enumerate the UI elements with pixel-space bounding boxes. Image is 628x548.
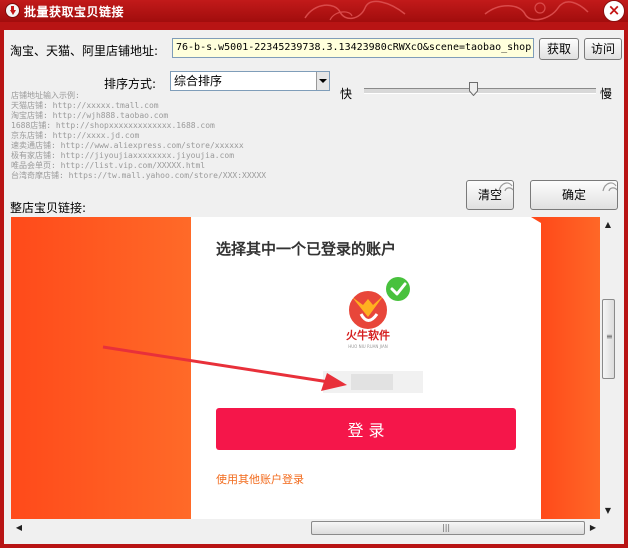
horizontal-scroll-thumb[interactable]: ||| bbox=[311, 521, 585, 535]
example-line: 极有家店铺: http://jiyoujiaxxxxxxxx.jiyoujia.… bbox=[11, 151, 235, 160]
speed-slow-label: 慢 bbox=[600, 87, 613, 101]
visit-button[interactable]: 访问 bbox=[584, 38, 622, 60]
example-line: 淘宝店铺: http://wjh888.taobao.com bbox=[11, 111, 169, 120]
example-line: 唯品会单页: http://list.vip.com/XXXXX.html bbox=[11, 161, 206, 170]
sort-select[interactable]: 综合排序 bbox=[170, 71, 330, 91]
cloud-ornament-icon bbox=[498, 182, 514, 192]
example-line: 台湾奇摩店铺: https://tw.mall.yahoo.com/store/… bbox=[11, 171, 267, 180]
app-window: 批量获取宝贝链接 × 淘宝、天猫、阿里店铺地址: 76-b-s.w5001-22… bbox=[0, 0, 628, 548]
logo-subtext: HUO NIU RUAN JIAN bbox=[348, 344, 388, 349]
grip-icon: ≡ bbox=[606, 332, 613, 341]
main-panel: 淘宝、天猫、阿里店铺地址: 76-b-s.w5001-22345239738.3… bbox=[4, 30, 624, 544]
check-icon bbox=[386, 277, 410, 301]
login-button-label: 登 录 bbox=[347, 421, 384, 440]
logo-text: 火牛软件 bbox=[346, 328, 390, 342]
shop-url-input[interactable]: 76-b-s.w5001-22345239738.3.13423980cRWXc… bbox=[172, 38, 534, 58]
links-label: 整店宝贝链接: bbox=[10, 201, 87, 215]
scroll-left-icon[interactable]: ◀ bbox=[11, 520, 27, 536]
shop-url-label: 淘宝、天猫、阿里店铺地址: bbox=[10, 44, 159, 58]
fetch-button[interactable]: 获取 bbox=[539, 38, 579, 60]
blurred-account-name bbox=[351, 374, 393, 390]
embedded-browser[interactable]: 选择其中一个已登录的账户 火牛软件 HUO NIU RUAN JIAN 登 录 … bbox=[11, 217, 605, 519]
sort-label: 排序方式: bbox=[104, 77, 157, 91]
clear-button[interactable]: 清空 bbox=[466, 180, 514, 210]
logo-icon bbox=[347, 289, 389, 331]
close-button[interactable]: × bbox=[603, 0, 625, 22]
example-line: 天猫店铺: http://xxxxx.tmall.com bbox=[11, 101, 159, 110]
download-icon bbox=[5, 3, 20, 18]
example-line: 京东店铺: http://xxxx.jd.com bbox=[11, 131, 140, 140]
login-button[interactable]: 登 录 bbox=[216, 408, 516, 450]
speed-slider-thumb[interactable] bbox=[468, 82, 478, 96]
cloud-ornament-icon bbox=[602, 182, 618, 192]
title-bar[interactable]: 批量获取宝贝链接 × bbox=[0, 0, 628, 22]
chevron-down-icon[interactable] bbox=[316, 72, 329, 90]
example-line: 1688店铺: http://shopxxxxxxxxxxxxx.1688.co… bbox=[11, 121, 215, 130]
vertical-scrollbar[interactable]: ▲ ≡ ▼ bbox=[600, 217, 617, 519]
cloud-ornament-icon bbox=[304, 0, 406, 21]
scroll-down-icon[interactable]: ▼ bbox=[600, 503, 616, 519]
example-line: 速卖通店铺: http://www.aliexpress.com/store/x… bbox=[11, 141, 244, 150]
horizontal-scrollbar[interactable]: ◀ ||| ▶ bbox=[11, 520, 600, 536]
orange-panel-left bbox=[11, 217, 191, 519]
sort-select-value: 综合排序 bbox=[174, 74, 223, 88]
confirm-button-label: 确定 bbox=[561, 188, 586, 202]
scroll-up-icon[interactable]: ▲ bbox=[600, 217, 616, 233]
scroll-right-icon[interactable]: ▶ bbox=[585, 520, 601, 536]
window-title: 批量获取宝贝链接 bbox=[24, 5, 125, 19]
cloud-ornament-icon bbox=[484, 1, 589, 21]
speed-slider-track[interactable] bbox=[364, 88, 596, 94]
confirm-button[interactable]: 确定 bbox=[530, 180, 618, 210]
other-account-link[interactable]: 使用其他账户登录 bbox=[216, 472, 304, 486]
speed-fast-label: 快 bbox=[340, 87, 353, 101]
login-page: 选择其中一个已登录的账户 火牛软件 HUO NIU RUAN JIAN 登 录 … bbox=[11, 217, 605, 519]
example-line: 店铺地址输入示例: bbox=[11, 91, 80, 100]
login-heading: 选择其中一个已登录的账户 bbox=[216, 240, 396, 258]
grip-icon: ||| bbox=[442, 523, 451, 532]
examples-text: 店铺地址输入示例: 天猫店铺: http://xxxxx.tmall.com 淘… bbox=[11, 91, 331, 181]
orange-panel-right bbox=[541, 217, 605, 519]
vertical-scroll-thumb[interactable]: ≡ bbox=[602, 299, 615, 379]
